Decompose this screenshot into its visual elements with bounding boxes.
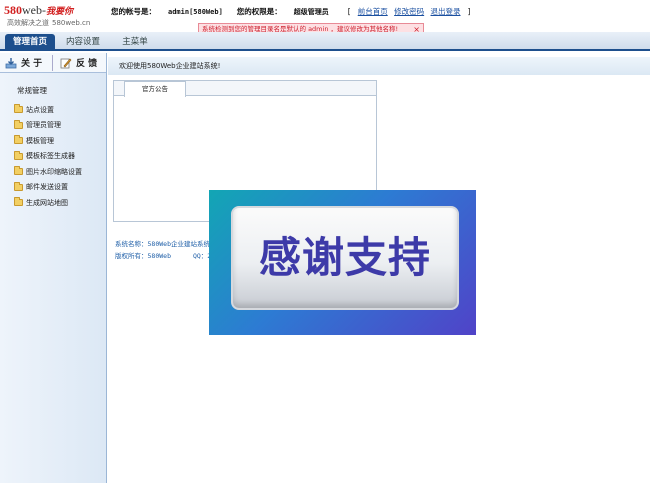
- thanks-text: 感谢支持: [258, 233, 431, 282]
- copyright-line: 版权所有：580WebQQ：253: [115, 250, 215, 262]
- about-button[interactable]: 关 于: [5, 56, 42, 69]
- logo: 580web-我要你 高效解决之道 580web.cn: [4, 4, 90, 28]
- thanks-banner: 感谢支持: [209, 190, 476, 335]
- logo-word: web-: [22, 3, 46, 17]
- notice-header: 官方公告: [114, 81, 376, 97]
- edit-icon: [60, 58, 72, 68]
- logo-slogan: 高效解决之道: [7, 19, 49, 27]
- tab-content-settings[interactable]: 内容设置: [60, 34, 106, 51]
- sidebar-item-template-manage[interactable]: 模板管理: [0, 133, 106, 149]
- sidebar-item-watermark-settings[interactable]: 图片水印缩略设置: [0, 164, 106, 180]
- folder-icon: [14, 119, 23, 129]
- change-password-link[interactable]: 修改密码: [394, 7, 424, 16]
- sidebar-menu: 站点设置 管理员管理 模板管理 模板标签生成器 图片水印缩略设置 邮件发送设置 …: [0, 102, 106, 211]
- sidebar-item-label: 模板管理: [26, 136, 54, 145]
- account-bar: 您的帐号是： admin[580Web] 您的权限是： 超级管理员 [ 前台首页 修改密码…: [111, 6, 475, 17]
- download-icon: [5, 57, 17, 68]
- permission-value: 超级管理员: [293, 8, 329, 16]
- folder-icon: [14, 135, 23, 145]
- folder-icon: [14, 197, 23, 207]
- system-info: 系统名称：580Web企业建站系统 版权所有：580WebQQ：253: [115, 238, 215, 262]
- sidebar-item-label: 邮件发送设置: [26, 183, 68, 192]
- tab-admin-home[interactable]: 管理首页: [5, 34, 55, 51]
- about-label: 关 于: [21, 59, 43, 69]
- sidebar-section-title: 常规管理: [17, 86, 47, 95]
- sidebar-item-sitemap[interactable]: 生成网站地图: [0, 195, 106, 211]
- sidebar-item-admin-manage[interactable]: 管理员管理: [0, 118, 106, 134]
- account-label: 您的帐号是：: [111, 7, 156, 16]
- permission-label: 您的权限是：: [236, 7, 282, 16]
- bracket-close: ]: [467, 7, 471, 16]
- copyright-label: 版权所有：580Web: [115, 252, 171, 260]
- tab-official-notice[interactable]: 官方公告: [124, 81, 186, 97]
- folder-icon: [14, 104, 23, 114]
- logo-slogan-line: 高效解决之道 580web.cn: [4, 18, 90, 28]
- sidebar-item-tag-generator[interactable]: 模板标签生成器: [0, 149, 106, 165]
- sidebar: 关 于 反 馈 常规管理 站点设置 管理员管理 模板管理 模板标签生成器 图片水…: [0, 53, 107, 483]
- tab-main-menu[interactable]: 主菜单: [112, 34, 158, 51]
- sidebar-item-site-settings[interactable]: 站点设置: [0, 102, 106, 118]
- frontend-home-link[interactable]: 前台首页: [358, 7, 388, 16]
- welcome-message: 欢迎使用580Web企业建站系统!: [108, 57, 650, 75]
- sidebar-item-label: 管理员管理: [26, 121, 61, 130]
- folder-icon: [14, 150, 23, 160]
- sidebar-item-label: 站点设置: [26, 105, 54, 114]
- top-nav: 管理首页 内容设置 主菜单: [0, 32, 650, 51]
- logo-title: 580web-我要你: [4, 4, 90, 17]
- thanks-plate: 感谢支持: [231, 206, 459, 310]
- logo-cn: 我要你: [46, 6, 74, 16]
- sidebar-item-label: 图片水印缩略设置: [26, 167, 82, 176]
- logout-link[interactable]: 退出登录: [431, 7, 461, 16]
- folder-icon: [14, 166, 23, 176]
- bracket-open: [: [347, 7, 351, 16]
- sidebar-item-label: 生成网站地图: [26, 198, 68, 207]
- logo-domain: 580web.cn: [52, 19, 91, 27]
- toolbar-divider: [52, 55, 53, 71]
- feedback-label: 反 馈: [76, 59, 98, 69]
- feedback-button[interactable]: 反 馈: [60, 56, 97, 69]
- folder-icon: [14, 181, 23, 191]
- sidebar-item-mail-settings[interactable]: 邮件发送设置: [0, 180, 106, 196]
- account-value: admin[580Web]: [168, 8, 223, 16]
- system-name-line: 系统名称：580Web企业建站系统: [115, 240, 210, 248]
- sidebar-item-label: 模板标签生成器: [26, 152, 75, 161]
- sidebar-toolbar: 关 于 反 馈: [0, 53, 106, 73]
- logo-number: 580: [4, 3, 22, 17]
